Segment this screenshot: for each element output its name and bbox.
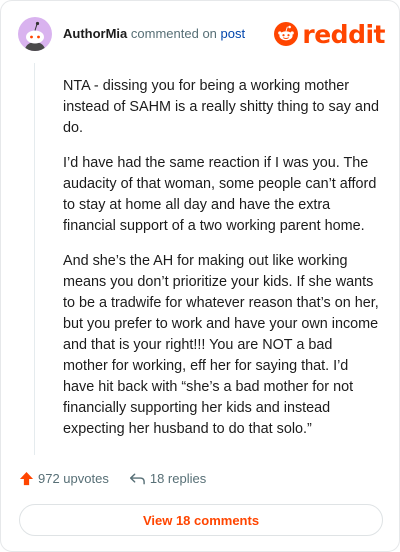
comment-paragraph: I’d have had the same reaction if I was … [63,155,377,234]
byline: AuthorMia commented on post [63,26,245,41]
author-name[interactable]: AuthorMia [63,26,127,41]
snoo-avatar-icon [25,21,45,51]
upvote-button[interactable]: 972 upvotes [19,471,109,486]
comment-body: NTA - dissing you for being a working mo… [63,76,381,454]
comment-header: AuthorMia commented on post reddit [18,17,385,51]
reply-arrow-icon [129,473,145,484]
upvote-count: 972 upvotes [38,471,109,486]
comment-paragraph: And she’s the AH for making out like wor… [63,253,379,437]
view-comments-button[interactable]: View 18 comments [19,504,383,536]
commented-on-text: commented on [130,26,217,41]
reddit-logo[interactable]: reddit [274,19,385,49]
reply-count: 18 replies [149,471,207,486]
post-link[interactable]: post [221,26,246,41]
upvote-arrow-icon [19,471,34,486]
reddit-wordmark: reddit [302,19,385,49]
thread-line[interactable] [34,63,35,455]
comment-paragraph: NTA - dissing you for being a working mo… [63,78,379,136]
avatar[interactable] [18,17,52,51]
reddit-logo-icon [274,22,299,46]
comment-actions: 972 upvotes 18 replies [19,471,206,486]
comment-card: AuthorMia commented on post reddit NTA -… [0,0,400,552]
reply-button[interactable]: 18 replies [129,471,206,486]
